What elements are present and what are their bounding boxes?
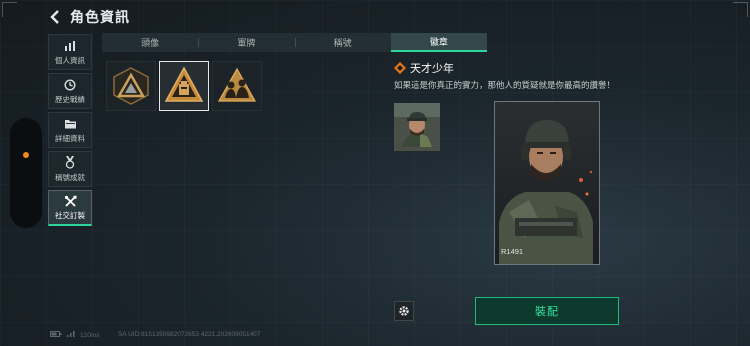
battery-icon [50, 331, 62, 339]
header: 角色資訊 [48, 6, 130, 28]
status-bar: 120ms [50, 331, 105, 339]
folder-icon [64, 117, 77, 131]
side-nav: 個人資訊 歷史戰績 詳細資料 稱號成就 社交訂製 [48, 34, 92, 229]
tools-icon [64, 194, 77, 208]
nav-label: 社交訂製 [55, 211, 85, 220]
supply-badge-icon [164, 66, 204, 102]
back-arrow-icon[interactable] [48, 8, 62, 26]
tab-bar: 頭像 軍牌 稱號 徽章 [102, 33, 487, 52]
nav-item-social[interactable]: 社交訂製 [48, 190, 92, 226]
badge-item-selected[interactable] [159, 61, 209, 111]
badge-description: 如果這是你真正的實力，那他人的質疑就是你最高的讚譽！ [394, 80, 616, 90]
nav-label: 歷史戰績 [55, 94, 85, 104]
character-portrait-card: R1491 [494, 101, 600, 265]
signal-icon [67, 331, 75, 339]
tab-title[interactable]: 稱號 [294, 33, 391, 52]
badge-title-row: 天才少年 [394, 60, 454, 76]
clock-icon [64, 78, 76, 92]
nav-item-history[interactable]: 歷史戰績 [48, 73, 92, 109]
tab-dogtag[interactable]: 軍牌 [198, 33, 294, 52]
tab-avatar[interactable]: 頭像 [102, 33, 198, 52]
user-uid: SA UID:8151350982072653 4221,20260905140… [118, 331, 261, 338]
nav-item-details[interactable]: 詳細資料 [48, 112, 92, 148]
badge-grid [106, 61, 265, 111]
nav-label: 詳細資料 [55, 133, 85, 143]
badge-item[interactable] [212, 61, 262, 111]
nav-item-profile[interactable]: 個人資訊 [48, 34, 92, 70]
portrait-code: R1491 [501, 247, 524, 256]
nav-label: 個人資訊 [55, 55, 85, 65]
gear-icon [399, 306, 409, 316]
page-title: 角色資訊 [70, 9, 130, 25]
nav-label: 稱號成就 [55, 172, 85, 182]
ping-value: 120ms [80, 331, 100, 339]
bar-chart-icon [64, 39, 76, 53]
frame-corner [733, 2, 748, 17]
frame-corner [2, 2, 17, 17]
squad-badge-icon [217, 67, 257, 102]
avatar [394, 103, 440, 151]
side-handle[interactable] [10, 118, 42, 228]
tab-badge[interactable]: 徽章 [390, 33, 487, 52]
equip-button[interactable]: 裝配 [475, 297, 619, 325]
medal-icon [64, 156, 76, 170]
triangle-badge-icon [113, 67, 149, 105]
nav-item-titles[interactable]: 稱號成就 [48, 151, 92, 187]
settings-button[interactable] [394, 301, 414, 321]
badge-title: 天才少年 [410, 63, 454, 75]
notification-dot [23, 152, 29, 158]
diamond-icon [394, 62, 406, 74]
badge-item[interactable] [106, 61, 156, 111]
